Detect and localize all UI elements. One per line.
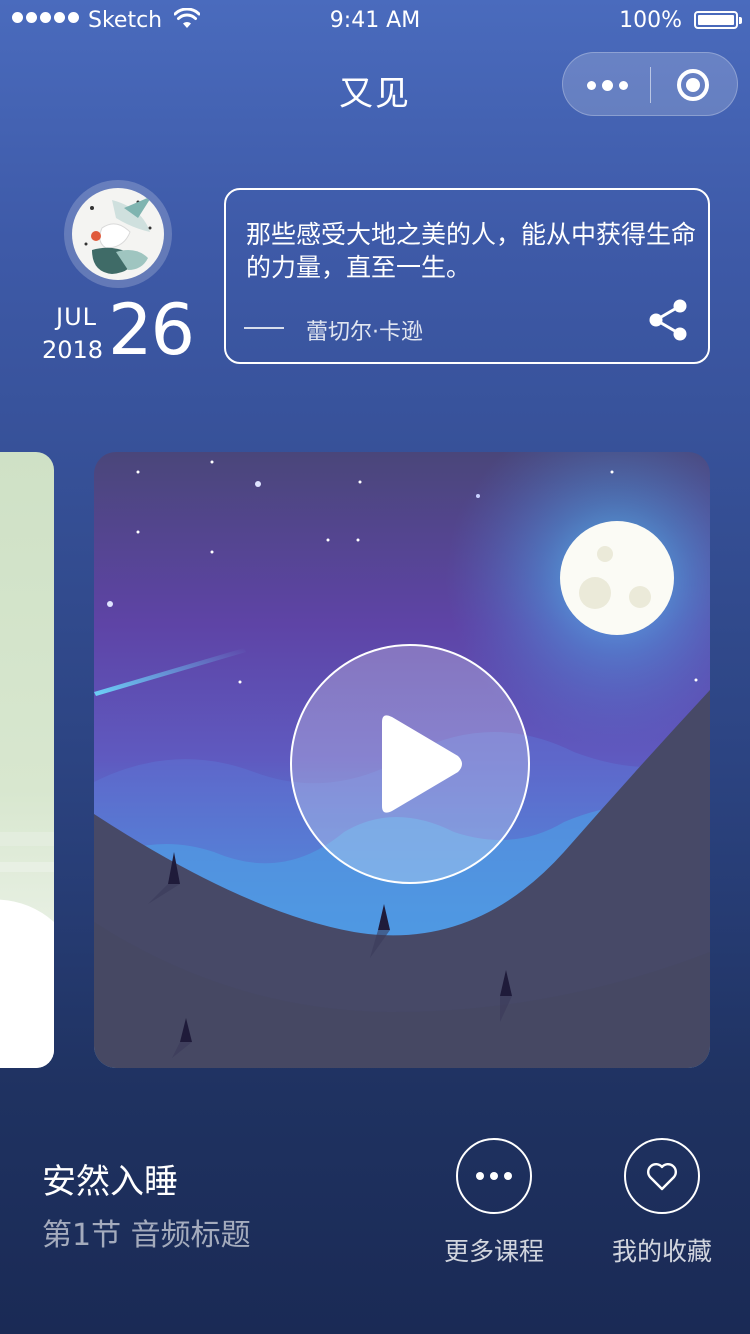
- avatar[interactable]: [64, 180, 172, 288]
- share-icon[interactable]: [644, 296, 692, 344]
- track-subtitle: 第1节 音频标题: [42, 1218, 251, 1253]
- side-card-previous[interactable]: [0, 452, 54, 1068]
- more-dots-icon: [458, 1140, 530, 1212]
- more-courses-button[interactable]: [456, 1138, 532, 1214]
- more-courses-label[interactable]: 更多课程: [424, 1232, 564, 1268]
- quote-text: 那些感受大地之美的人，能从中获得生命的力量，直至一生。: [246, 220, 697, 282]
- quote-card: 那些感受大地之美的人，能从中获得生命的力量，直至一生。 蕾切尔·卡逊: [224, 188, 710, 364]
- date-day: 26: [108, 289, 195, 371]
- avatar-image: [72, 188, 164, 280]
- date-year: 2018: [42, 336, 104, 364]
- battery-icon: [694, 11, 742, 29]
- quote-dash: [244, 327, 284, 329]
- close-target-icon[interactable]: [677, 69, 709, 101]
- status-bar: Sketch 9:41 AM 100%: [0, 0, 750, 40]
- track-title: 安然入睡: [42, 1162, 178, 1202]
- capsule-divider: [650, 67, 651, 103]
- date-month: JUL: [56, 303, 98, 331]
- heart-icon: [647, 1163, 677, 1191]
- my-favorites-label[interactable]: 我的收藏: [592, 1232, 732, 1268]
- play-icon: [382, 715, 462, 813]
- play-button[interactable]: [290, 644, 530, 884]
- quote-author: 蕾切尔·卡逊: [306, 320, 423, 345]
- my-favorites-button[interactable]: [624, 1138, 700, 1214]
- more-icon[interactable]: [563, 53, 651, 117]
- mini-program-capsule: [562, 52, 738, 116]
- battery-percent: 100%: [619, 8, 682, 33]
